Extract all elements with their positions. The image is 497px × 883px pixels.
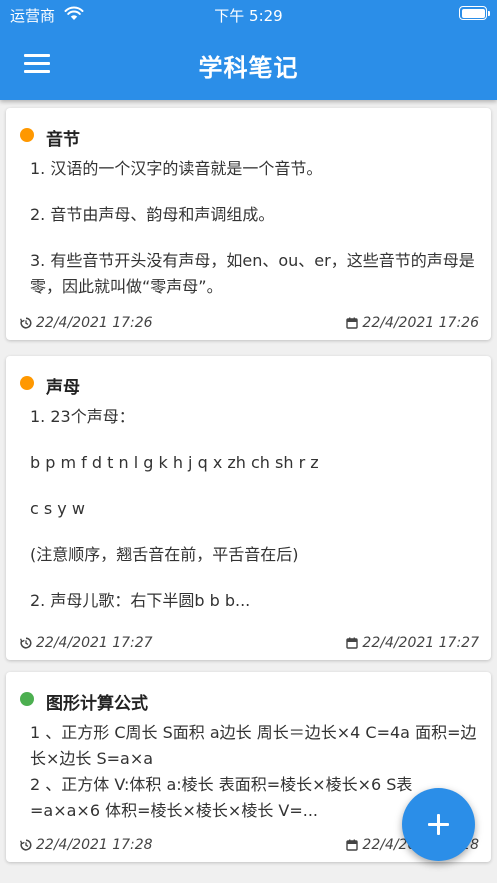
note-line: 1. 汉语的一个汉字的读音就是一个音节。 xyxy=(30,159,323,178)
created-date: 22/4/2021 17:28 xyxy=(36,837,153,853)
created-time: 22/4/2021 17:26 xyxy=(20,315,153,331)
note-line: 2. 音节由声母、韵母和声调组成。 xyxy=(30,205,275,224)
note-title: 图形计算公式 xyxy=(46,694,148,714)
note-title: 声母 xyxy=(46,378,80,398)
app-header: 运营商 下午 5:29 学科笔记 xyxy=(0,0,497,100)
note-footer: 22/4/2021 17:27 22/4/2021 17:27 xyxy=(20,632,479,654)
note-footer: 22/4/2021 17:26 22/4/2021 17:26 xyxy=(20,312,479,334)
modified-date: 22/4/2021 17:27 xyxy=(362,635,479,651)
add-note-button[interactable] xyxy=(402,788,475,861)
plus-icon xyxy=(428,814,449,835)
modified-time: 22/4/2021 17:26 xyxy=(346,315,479,331)
note-line: (注意顺序，翘舌音在前，平舌音在后) xyxy=(30,545,299,564)
category-dot xyxy=(20,128,34,142)
calendar-icon xyxy=(346,637,359,649)
created-date: 22/4/2021 17:26 xyxy=(36,315,153,331)
note-card-initials[interactable]: 声母 1. 23个声母： b p m f d t n l g k h j q x… xyxy=(6,356,491,660)
calendar-icon xyxy=(346,317,359,329)
created-date: 22/4/2021 17:27 xyxy=(36,635,153,651)
status-bar: 运营商 下午 5:29 xyxy=(0,0,497,28)
note-line: 1 、正方形 C周长 S面积 a边长 周长＝边长×4 C=4a 面积=边长×边长… xyxy=(30,723,477,768)
status-time: 下午 5:29 xyxy=(214,7,283,25)
note-line: 2. 声母儿歌：右下半圆b b b... xyxy=(30,591,251,610)
history-icon xyxy=(20,637,32,649)
note-content: 1. 汉语的一个汉字的读音就是一个音节。 2. 音节由声母、韵母和声调组成。 3… xyxy=(30,156,481,320)
created-time: 22/4/2021 17:27 xyxy=(20,635,153,651)
created-time: 22/4/2021 17:28 xyxy=(20,837,153,853)
category-dot xyxy=(20,376,34,390)
history-icon xyxy=(20,839,32,851)
modified-time: 22/4/2021 17:27 xyxy=(346,635,479,651)
note-title: 音节 xyxy=(46,130,80,150)
history-icon xyxy=(20,317,32,329)
calendar-icon xyxy=(346,839,359,851)
note-line: 3. 有些音节开头没有声母，如en、ou、er，这些音节的声母是零，因此就叫做“… xyxy=(30,251,475,296)
modified-date: 22/4/2021 17:26 xyxy=(362,315,479,331)
note-line: b p m f d t n l g k h j q x zh ch sh r z xyxy=(30,453,319,472)
note-line: 1. 23个声母： xyxy=(30,407,135,426)
note-card-syllable[interactable]: 音节 1. 汉语的一个汉字的读音就是一个音节。 2. 音节由声母、韵母和声调组成… xyxy=(6,108,491,340)
page-title: 学科笔记 xyxy=(198,54,299,82)
category-dot xyxy=(20,692,34,706)
note-line: c s y w xyxy=(30,499,85,518)
battery-icon xyxy=(459,6,490,20)
note-content: 1. 23个声母： b p m f d t n l g k h j q x zh… xyxy=(30,404,481,634)
